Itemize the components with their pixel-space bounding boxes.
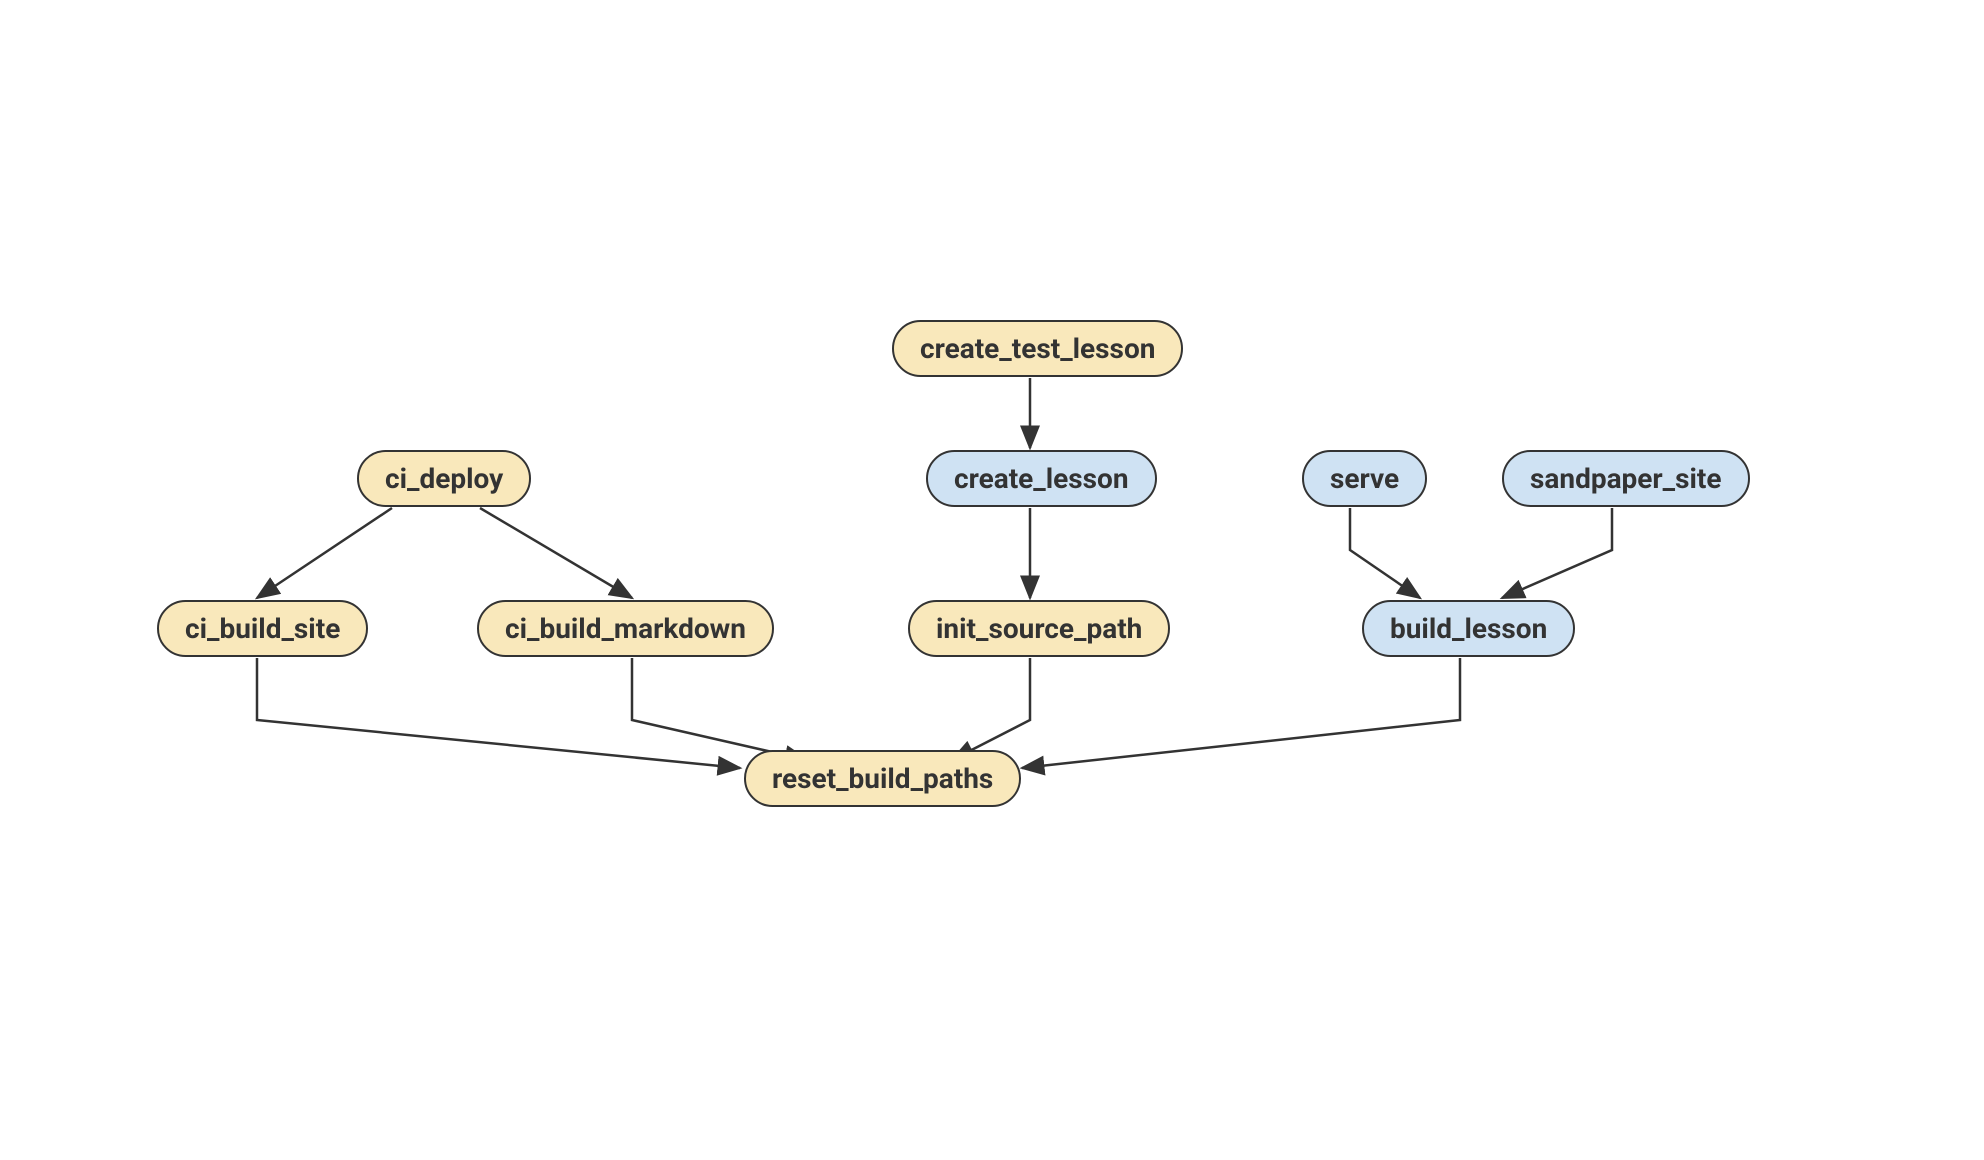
diagram-container: create_test_lesson ci_deploy create_less… xyxy=(192,320,1792,840)
node-label: init_source_path xyxy=(936,612,1142,645)
edge-ci-deploy-to-ci-build-markdown xyxy=(480,508,632,598)
node-build-lesson: build_lesson xyxy=(1362,600,1575,657)
edge-ci-build-site-to-reset-build-paths xyxy=(257,658,740,768)
edge-build-lesson-to-reset-build-paths xyxy=(1022,658,1460,768)
node-ci-build-site: ci_build_site xyxy=(157,600,368,657)
edge-ci-build-markdown-to-reset-build-paths xyxy=(632,658,807,760)
node-label: ci_build_site xyxy=(185,612,340,645)
node-ci-build-markdown: ci_build_markdown xyxy=(477,600,774,657)
edge-init-source-path-to-reset-build-paths xyxy=(952,658,1030,760)
node-ci-deploy: ci_deploy xyxy=(357,450,531,507)
node-label: ci_deploy xyxy=(385,462,503,495)
node-create-lesson: create_lesson xyxy=(926,450,1157,507)
node-label: reset_build_paths xyxy=(772,762,993,795)
node-label: ci_build_markdown xyxy=(505,612,746,645)
node-reset-build-paths: reset_build_paths xyxy=(744,750,1021,807)
node-serve: serve xyxy=(1302,450,1427,507)
node-label: sandpaper_site xyxy=(1530,462,1722,495)
node-create-test-lesson: create_test_lesson xyxy=(892,320,1183,377)
edge-ci-deploy-to-ci-build-site xyxy=(257,508,392,598)
edge-sandpaper-site-to-build-lesson xyxy=(1502,508,1612,598)
node-label: build_lesson xyxy=(1390,612,1547,645)
node-init-source-path: init_source_path xyxy=(908,600,1170,657)
node-label: create_lesson xyxy=(954,462,1129,495)
node-sandpaper-site: sandpaper_site xyxy=(1502,450,1750,507)
node-label: serve xyxy=(1330,462,1399,495)
node-label: create_test_lesson xyxy=(920,332,1155,365)
edge-serve-to-build-lesson xyxy=(1350,508,1420,598)
